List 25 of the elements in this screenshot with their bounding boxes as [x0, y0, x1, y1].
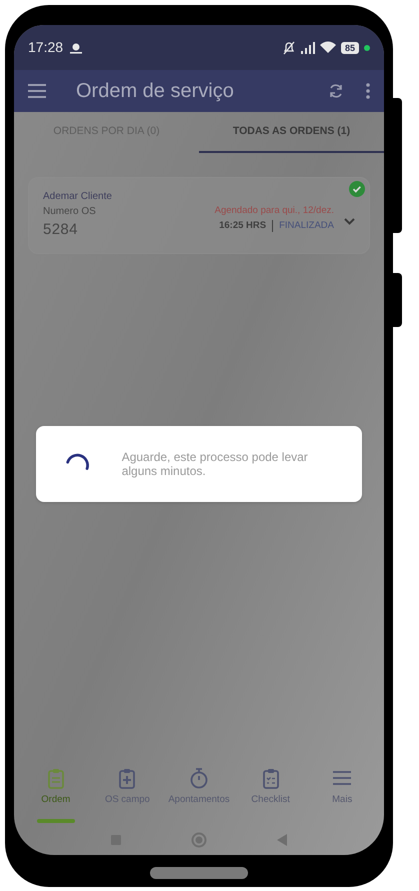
app-title: Ordem de serviço	[76, 79, 234, 104]
order-number: 5284	[43, 220, 79, 240]
chevron-down-icon[interactable]	[344, 218, 355, 225]
tab[interactable]: TODAS AS ORDENS (1)	[199, 112, 384, 153]
bell-off-icon	[282, 40, 296, 54]
client-name: Ademar Cliente	[43, 190, 112, 204]
refresh-icon[interactable]	[328, 83, 344, 99]
schedule-text: Agendado para qui., 12/dez.	[214, 204, 334, 218]
more-options-icon[interactable]	[366, 83, 370, 99]
notification-icon	[69, 42, 84, 54]
menu-icon[interactable]	[28, 84, 46, 98]
nav-tab[interactable]: Mais	[331, 767, 354, 808]
stopwatch-icon	[188, 767, 210, 790]
order-card[interactable]: Ademar Cliente Numero OS 5284 Agendado para qui., 12/dez. 16:25 HRS FINALIZADA	[28, 177, 370, 254]
status-time: 17:28	[28, 38, 64, 57]
number-label: Numero OS	[43, 205, 97, 220]
dialog-message: Aguarde, este processo pode levar alguns minutos.	[122, 450, 309, 478]
signal-icon	[300, 42, 316, 54]
order-time: 16:25 HRS	[219, 218, 266, 232]
order-status: FINALIZADA	[279, 218, 334, 232]
battery-indicator: 85	[340, 42, 359, 54]
active-indicator	[36, 819, 75, 824]
wifi-icon	[320, 41, 336, 54]
nav-tab[interactable]: Ordem	[41, 767, 70, 808]
nav-tab[interactable]: Checklist	[251, 767, 290, 808]
